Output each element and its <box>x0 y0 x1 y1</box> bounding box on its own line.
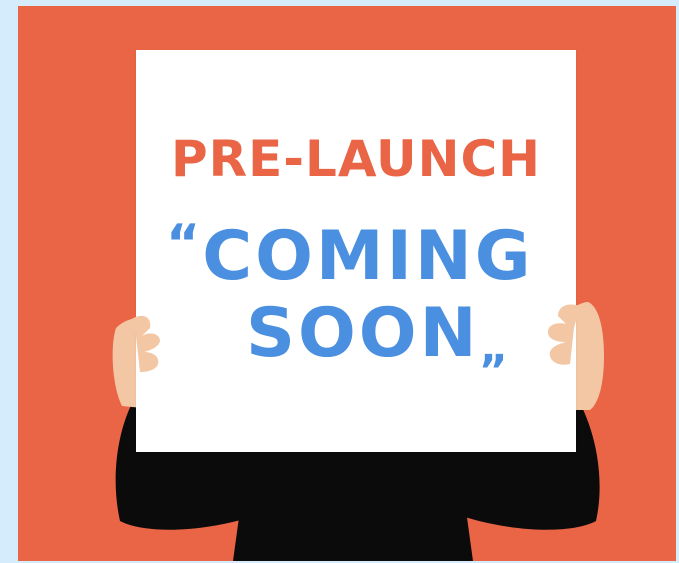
sign-headline: PRE-LAUNCH <box>170 130 542 188</box>
sign-line1-text: COMING <box>202 217 534 296</box>
close-quote-mark: „ <box>479 322 509 373</box>
illustration: PRE-LAUNCH “COMING SOON„ <box>18 6 676 561</box>
image-frame: PRE-LAUNCH “COMING SOON„ <box>0 0 679 563</box>
sign-board: PRE-LAUNCH “COMING SOON„ <box>136 50 576 452</box>
sign-line2-text: SOON <box>246 294 480 373</box>
sign-line-soon: SOON„ <box>246 294 566 373</box>
open-quote-mark: “ <box>166 214 201 274</box>
sign-line-coming: “COMING <box>166 214 566 296</box>
